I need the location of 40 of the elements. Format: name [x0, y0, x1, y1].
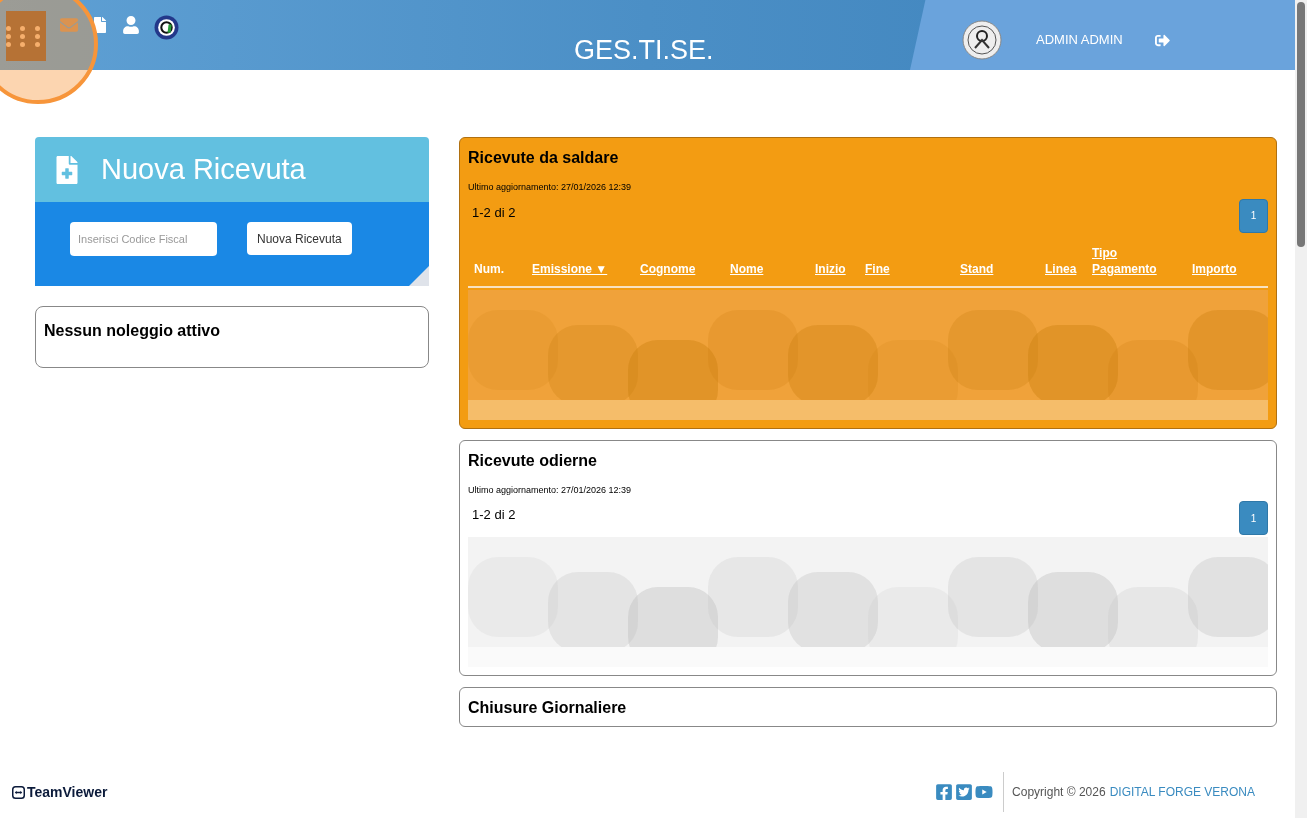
sort-link[interactable]: Cognome: [640, 260, 730, 277]
sort-link[interactable]: Linea: [1045, 260, 1092, 277]
fiscal-code-field[interactable]: Inserisci Codice Fiscal: [70, 222, 217, 256]
result-count: 1-2 di 2: [472, 506, 516, 524]
result-count: 1-2 di 2: [472, 203, 516, 222]
new-receipt-button[interactable]: Nuova Ricevuta: [247, 222, 352, 255]
sort-link[interactable]: Emissione ▼: [532, 260, 640, 277]
sort-link[interactable]: Tipo Pagamento: [1092, 244, 1192, 277]
panel-title: Chiusure Giornaliere: [468, 698, 628, 718]
twitter-icon[interactable]: [955, 783, 974, 801]
column-header: Num.: [474, 260, 505, 277]
sort-link[interactable]: Fine: [865, 260, 960, 277]
panel-title: Ricevute da saldare: [468, 148, 620, 168]
sort-link[interactable]: Nome: [730, 260, 815, 277]
recorder-brand: TeamViewer: [27, 782, 108, 802]
update-time: Ultimo aggiornamento: 27/01/2026 12:39: [468, 483, 633, 497]
user-icon[interactable]: [122, 16, 140, 34]
rentals-title: Nessun noleggio attivo: [44, 322, 220, 339]
update-time: Ultimo aggiornamento: 27/01/2026 12:39: [468, 181, 633, 194]
card-title: Nuova Ricevuta: [101, 151, 306, 187]
user-name[interactable]: ADMIN ADMIN: [1036, 30, 1123, 50]
teamviewer-icon: [12, 785, 25, 799]
company-link[interactable]: DIGITAL FORGE VERONA: [1109, 783, 1255, 801]
sort-link[interactable]: Importo: [1192, 260, 1262, 277]
document-icon[interactable]: [92, 17, 108, 33]
page-button[interactable]: 1: [1239, 501, 1268, 535]
copyright-text: Copyright © 2026: [1012, 784, 1106, 801]
sort-link[interactable]: Stand: [960, 260, 1045, 277]
facebook-icon[interactable]: [935, 783, 954, 801]
emblem-icon: [962, 20, 1002, 60]
app-title: GES.TI.SE.: [574, 34, 714, 67]
sort-link[interactable]: Inizio: [815, 260, 865, 277]
scrollbar[interactable]: [1295, 0, 1307, 818]
page-corner-icon: [409, 266, 429, 286]
youtube-icon[interactable]: [975, 783, 994, 801]
panel-title: Ricevute odierne: [468, 450, 598, 471]
target-logo-icon[interactable]: [154, 14, 179, 40]
logout-icon[interactable]: [1154, 32, 1170, 48]
apps-menu-button[interactable]: [6, 11, 46, 61]
page-button[interactable]: 1: [1239, 198, 1268, 233]
